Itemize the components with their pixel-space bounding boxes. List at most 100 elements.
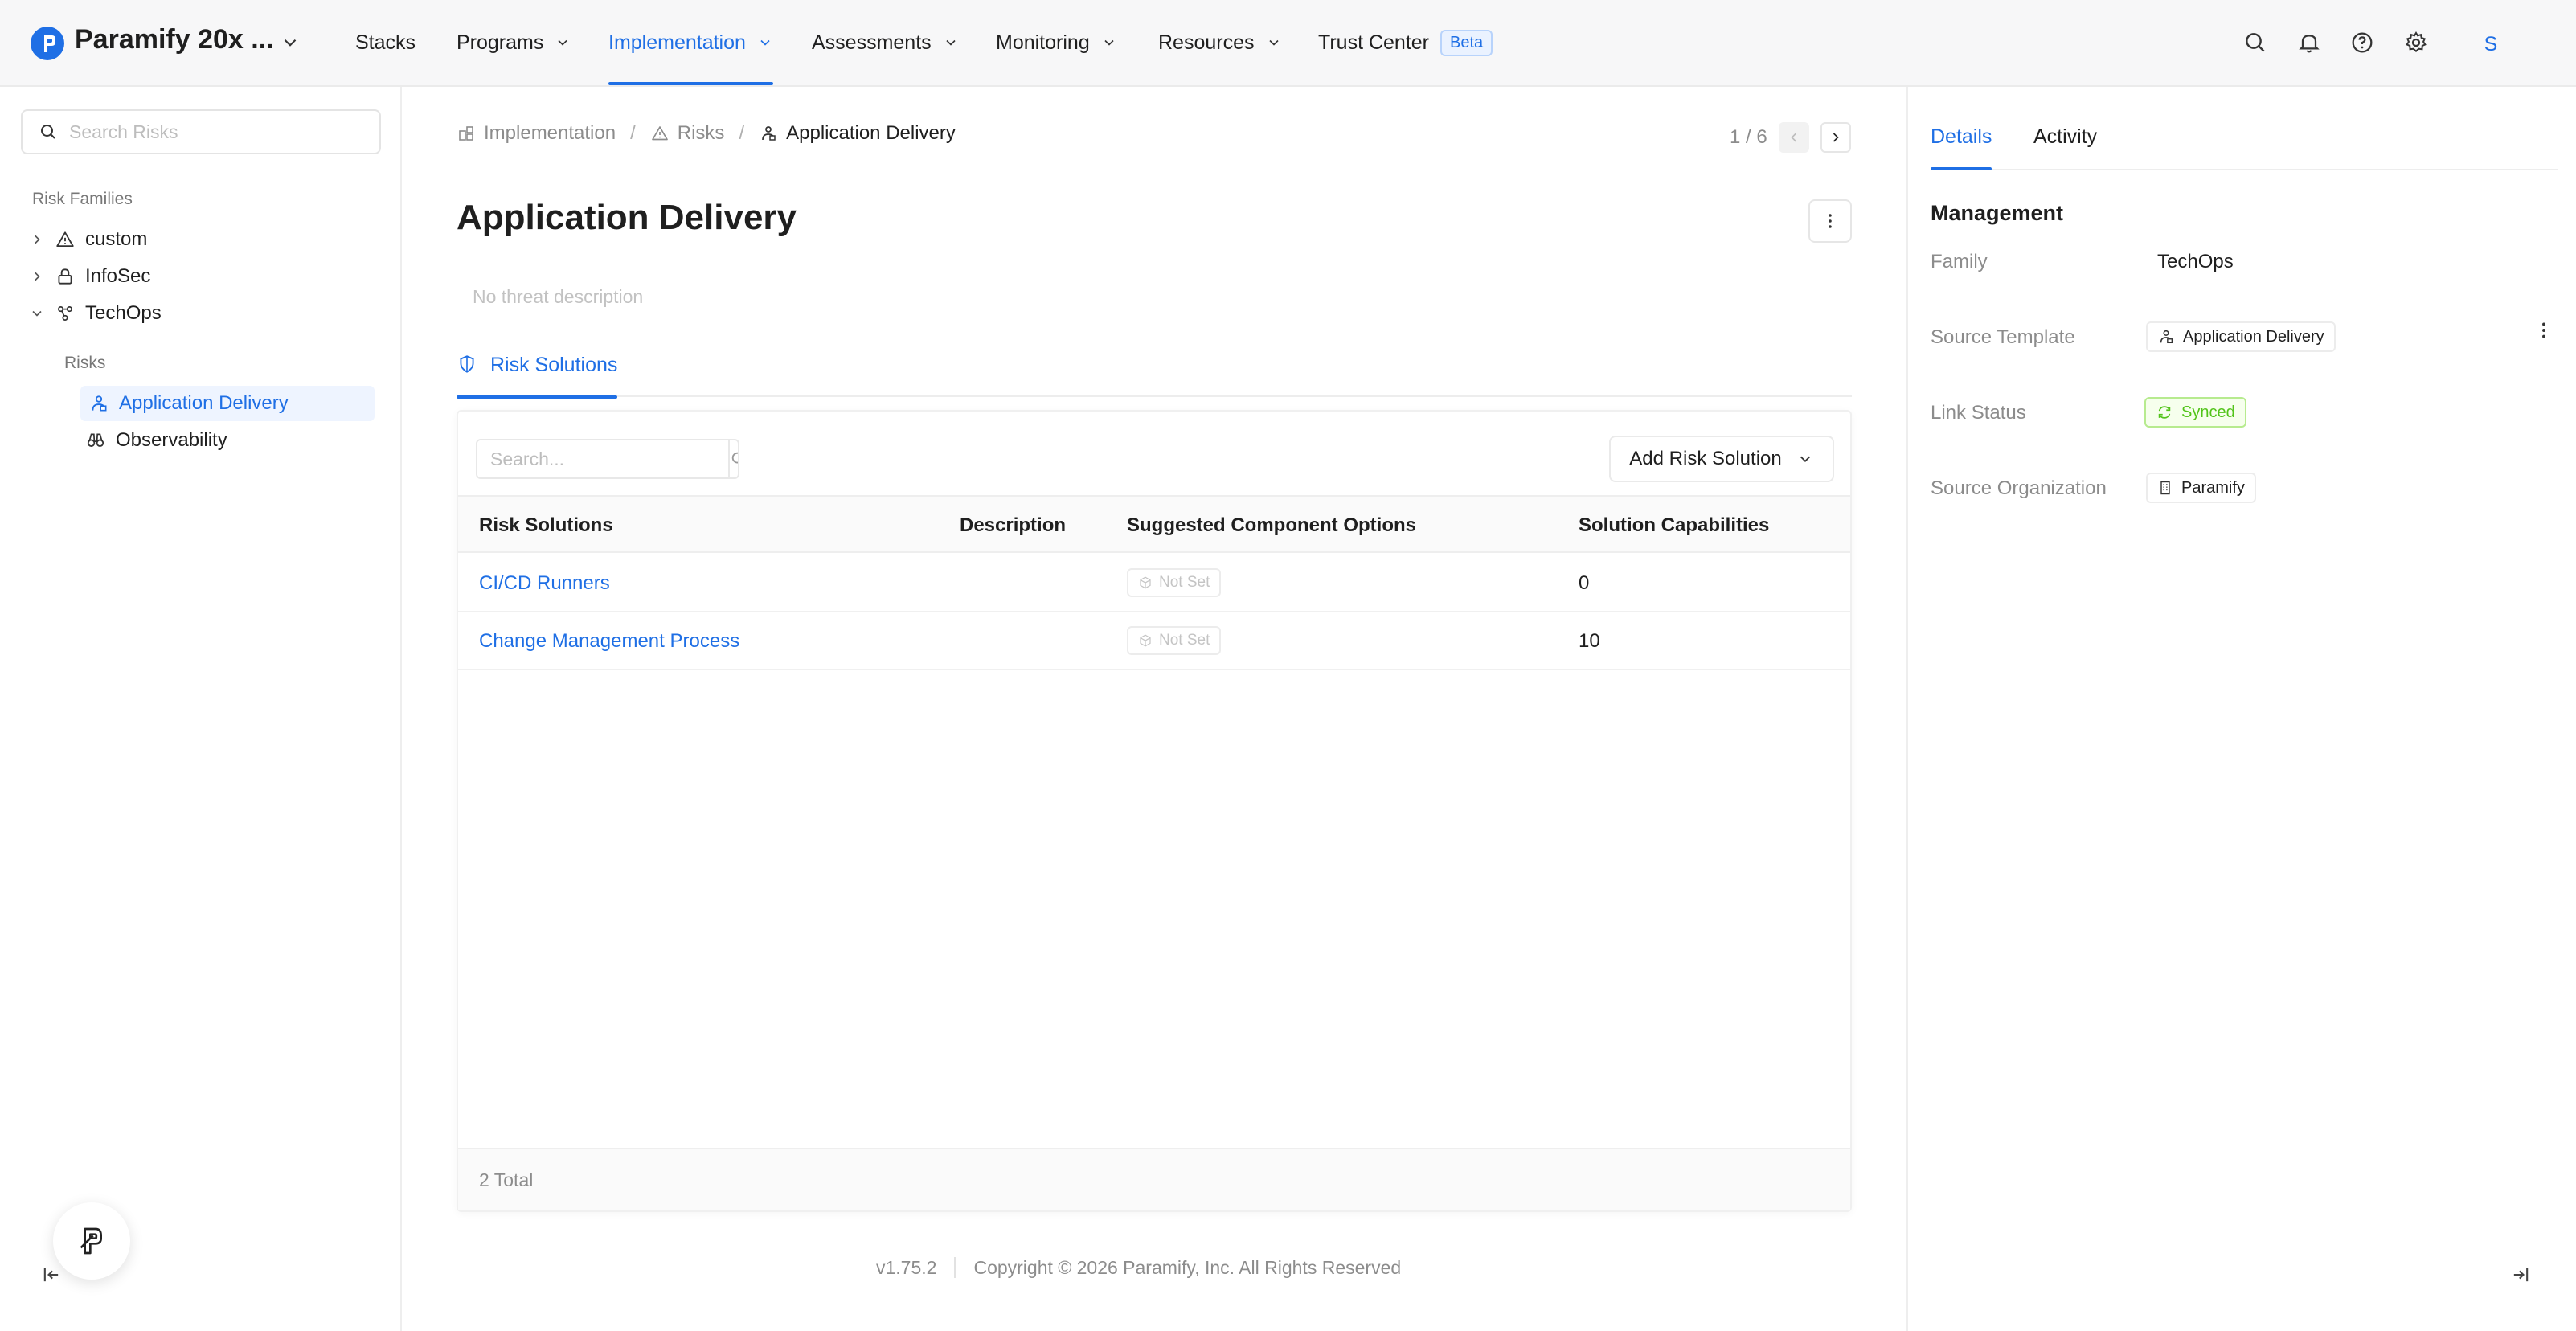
collapse-details-panel-icon[interactable]: [2509, 1263, 2532, 1286]
chevron-right-icon[interactable]: [29, 268, 45, 285]
nav-trust-center-label: Trust Center: [1318, 31, 1430, 54]
source-organization-tag[interactable]: Paramify: [2146, 473, 2256, 503]
table-footer: 2 Total: [458, 1148, 1850, 1210]
chevron-down-icon[interactable]: [29, 305, 45, 321]
column-header-suggested-component-options[interactable]: Suggested Component Options: [1127, 514, 1416, 537]
source-template-menu-icon[interactable]: [2533, 320, 2554, 341]
tab-activity[interactable]: Activity: [2033, 125, 2097, 149]
table-header: Risk Solutions Description Suggested Com…: [458, 495, 1850, 553]
risk-families-label: Risk Families: [32, 190, 133, 208]
tree-risk-application-delivery[interactable]: Application Delivery: [80, 386, 375, 421]
help-icon[interactable]: [2349, 30, 2375, 55]
link-status-value: Synced: [2181, 403, 2235, 421]
tree-family-label: TechOps: [85, 302, 162, 324]
breadcrumb-label: Application Delivery: [786, 122, 956, 144]
binoculars-icon: [87, 433, 104, 447]
threat-description[interactable]: No threat description: [473, 286, 643, 308]
nav-resources-label: Resources: [1158, 31, 1255, 54]
chevron-right-icon[interactable]: [29, 231, 45, 248]
cube-icon: [1140, 634, 1151, 647]
delivery-person-icon: [2160, 330, 2173, 344]
copyright-text: Copyright © 2026 Paramify, Inc. All Righ…: [973, 1257, 1402, 1278]
org-switcher-label[interactable]: Paramify 20x ...: [75, 24, 274, 55]
source-template-tag[interactable]: Application Delivery: [2146, 321, 2336, 352]
tree-family-custom[interactable]: custom: [29, 222, 147, 257]
component-not-set-badge[interactable]: Not Set: [1127, 568, 1222, 597]
risk-solution-link[interactable]: CI/CD Runners: [479, 572, 610, 595]
user-avatar[interactable]: S: [2474, 27, 2508, 61]
solution-capabilities-count: 0: [1579, 572, 1590, 594]
warning-triangle-icon: [651, 126, 668, 141]
table-search-field[interactable]: [476, 439, 739, 479]
building-icon: [2160, 481, 2170, 495]
component-not-set-badge[interactable]: Not Set: [1127, 626, 1222, 655]
component-value: Not Set: [1159, 574, 1210, 591]
nav-monitoring-label: Monitoring: [996, 31, 1090, 54]
breadcrumb-separator: /: [630, 122, 636, 144]
tree-family-techops[interactable]: TechOps: [29, 296, 162, 331]
beta-badge: Beta: [1440, 29, 1493, 56]
nav-resources[interactable]: Resources: [1158, 0, 1282, 85]
warning-triangle-icon: [56, 231, 74, 248]
pager-next-button[interactable]: [1820, 122, 1851, 153]
tree-family-label: custom: [85, 228, 148, 250]
risk-sidebar: Risk Families custom InfoSec TechOps Ris…: [0, 87, 402, 1331]
search-icon[interactable]: [2242, 30, 2268, 55]
search-icon: [41, 125, 55, 139]
breadcrumb-risks[interactable]: Risks: [650, 122, 724, 145]
nav-assessments-label: Assessments: [812, 31, 932, 54]
component-value: Not Set: [1159, 632, 1210, 649]
nav-programs[interactable]: Programs: [457, 0, 571, 85]
footer-divider: [954, 1257, 956, 1278]
page-title: Application Delivery: [457, 198, 797, 237]
link-status-label: Link Status: [1931, 402, 2026, 424]
tree-risk-observability[interactable]: Observability: [85, 423, 227, 458]
paramify-logo-icon[interactable]: [31, 27, 64, 60]
column-header-risk-solutions[interactable]: Risk Solutions: [479, 514, 613, 537]
pager-prev-button[interactable]: [1778, 122, 1809, 153]
breadcrumb-separator: /: [739, 122, 745, 144]
nav-assessments[interactable]: Assessments: [812, 0, 959, 85]
chevron-left-icon: [1791, 133, 1796, 142]
source-template-value: Application Delivery: [2183, 327, 2324, 346]
nav-trust-center[interactable]: Trust Center Beta: [1318, 0, 1493, 85]
search-risks-input[interactable]: [69, 121, 375, 143]
nav-stacks-label: Stacks: [355, 31, 416, 54]
nav-implementation[interactable]: Implementation: [608, 0, 773, 85]
table-search-button[interactable]: [728, 440, 738, 477]
risks-label: Risks: [64, 354, 106, 372]
tab-risk-solutions[interactable]: Risk Solutions: [457, 349, 618, 399]
chevron-down-icon[interactable]: [280, 32, 301, 53]
tree-family-infosec[interactable]: InfoSec: [29, 259, 150, 294]
bell-icon[interactable]: [2296, 30, 2322, 55]
search-risks-field[interactable]: [21, 109, 381, 154]
table-row[interactable]: Change Management Process Not Set 10: [458, 612, 1850, 670]
implementation-icon: [459, 126, 473, 141]
table-row[interactable]: CI/CD Runners Not Set 0: [458, 555, 1850, 612]
column-header-description[interactable]: Description: [960, 514, 1066, 537]
nav-stacks[interactable]: Stacks: [355, 0, 416, 85]
column-header-solution-capabilities[interactable]: Solution Capabilities: [1579, 514, 1769, 537]
table-search-input[interactable]: [477, 440, 728, 477]
tab-label: Risk Solutions: [490, 354, 618, 376]
breadcrumb-implementation[interactable]: Implementation: [457, 122, 616, 145]
sync-icon: [2158, 406, 2171, 419]
nodes-icon: [58, 306, 72, 321]
risk-solutions-table: Add Risk Solution Risk Solutions Descrip…: [457, 410, 1852, 1212]
chevron-down-icon: [946, 39, 956, 46]
management-section-title: Management: [1931, 201, 2064, 225]
collapse-sidebar-icon[interactable]: [40, 1263, 63, 1286]
solution-capabilities-count: 10: [1579, 630, 1600, 652]
risk-solution-link[interactable]: Change Management Process: [479, 630, 739, 653]
app-version: v1.75.2: [876, 1257, 937, 1278]
chevron-down-icon: [1268, 39, 1279, 46]
gear-icon[interactable]: [2403, 30, 2429, 55]
add-risk-solution-button[interactable]: Add Risk Solution: [1609, 436, 1834, 482]
more-actions-button[interactable]: [1808, 199, 1852, 243]
pager-text: 1 / 6: [1730, 126, 1767, 148]
nav-monitoring[interactable]: Monitoring: [996, 0, 1117, 85]
family-value: TechOps: [2157, 251, 2234, 272]
paramify-assistant-button[interactable]: [53, 1202, 130, 1280]
shield-icon: [460, 355, 474, 373]
tab-details[interactable]: Details: [1931, 125, 1992, 170]
